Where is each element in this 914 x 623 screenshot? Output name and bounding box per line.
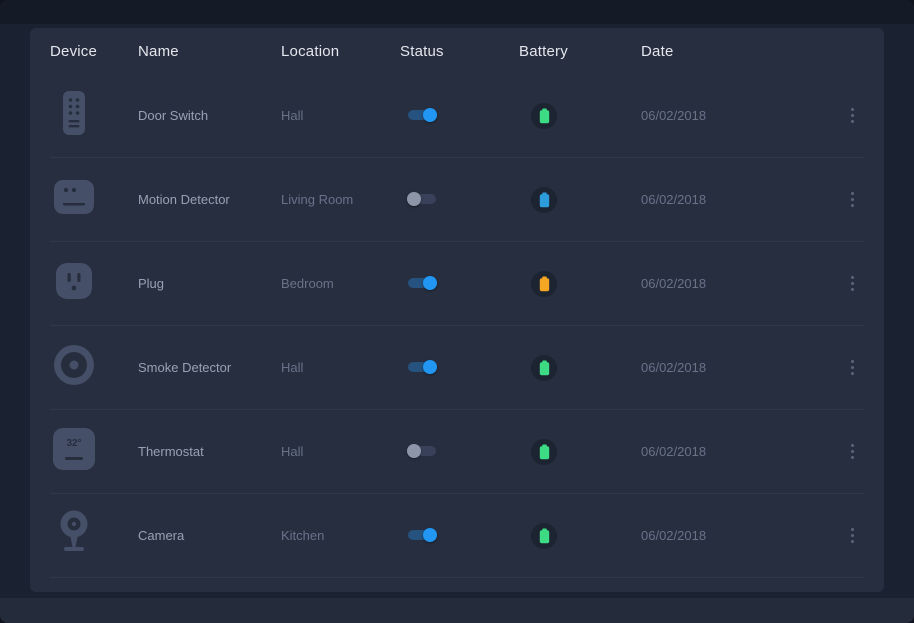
table-row: Camera Kitchen 06/02/2018 [50, 494, 864, 578]
battery-indicator [531, 103, 557, 129]
device-icon-cell [50, 344, 98, 391]
device-date: 06/02/2018 [641, 192, 824, 207]
battery-icon [539, 444, 550, 460]
battery-cell [519, 439, 641, 465]
device-icon-cell [50, 90, 98, 141]
app-window: Device Name Location Status Battery Date… [0, 0, 914, 623]
battery-icon [539, 108, 550, 124]
toggle-knob [423, 528, 437, 542]
row-menu-button[interactable] [840, 270, 864, 298]
battery-cell [519, 103, 641, 129]
battery-icon [539, 192, 550, 208]
row-menu-button[interactable] [840, 186, 864, 214]
device-name: Smoke Detector [138, 360, 281, 375]
toggle-knob [407, 444, 421, 458]
device-icon-cell [50, 509, 98, 562]
device-location: Bedroom [281, 276, 400, 291]
plug-icon [55, 262, 93, 305]
row-menu-button[interactable] [840, 102, 864, 130]
motion-detector-icon [53, 179, 95, 220]
top-strip [0, 0, 914, 24]
status-cell [400, 443, 519, 461]
toggle-knob [407, 192, 421, 206]
footer-strip [0, 598, 914, 623]
status-toggle[interactable] [408, 362, 436, 372]
device-icon-cell [50, 262, 98, 305]
battery-indicator [531, 271, 557, 297]
column-header-device: Device [50, 43, 138, 60]
battery-indicator [531, 439, 557, 465]
table-header-row: Device Name Location Status Battery Date [50, 28, 864, 74]
column-header-name: Name [138, 43, 281, 60]
device-date: 06/02/2018 [641, 360, 824, 375]
device-name: Door Switch [138, 108, 281, 123]
toggle-knob [423, 108, 437, 122]
battery-cell [519, 187, 641, 213]
battery-indicator [531, 523, 557, 549]
table-row: 32° Thermostat Hall 06/02/2018 [50, 410, 864, 494]
column-header-battery: Battery [519, 43, 641, 60]
battery-icon [539, 360, 550, 376]
status-toggle[interactable] [408, 194, 436, 204]
svg-text:32°: 32° [66, 438, 81, 449]
device-location: Hall [281, 444, 400, 459]
device-icon-cell [50, 179, 98, 220]
column-header-status: Status [400, 43, 519, 60]
status-toggle[interactable] [408, 110, 436, 120]
device-icon-cell: 32° [50, 427, 98, 476]
remote-icon [62, 90, 86, 141]
device-date: 06/02/2018 [641, 528, 824, 543]
device-location: Hall [281, 108, 400, 123]
thermostat-icon: 32° [52, 427, 96, 476]
status-cell [400, 107, 519, 125]
battery-indicator [531, 187, 557, 213]
device-date: 06/02/2018 [641, 444, 824, 459]
status-cell [400, 275, 519, 293]
row-menu-button[interactable] [840, 522, 864, 550]
battery-icon [539, 528, 550, 544]
status-cell [400, 191, 519, 209]
battery-cell [519, 523, 641, 549]
column-header-location: Location [281, 43, 400, 60]
device-location: Living Room [281, 192, 400, 207]
status-toggle[interactable] [408, 278, 436, 288]
device-name: Camera [138, 528, 281, 543]
row-menu-button[interactable] [840, 354, 864, 382]
device-name: Plug [138, 276, 281, 291]
status-toggle[interactable] [408, 446, 436, 456]
battery-icon [539, 276, 550, 292]
device-name: Motion Detector [138, 192, 281, 207]
table-row: Door Switch Hall 06/02/2018 [50, 74, 864, 158]
status-cell [400, 527, 519, 545]
device-name: Thermostat [138, 444, 281, 459]
table-row: Motion Detector Living Room 06/02/2018 [50, 158, 864, 242]
column-header-date: Date [641, 43, 824, 60]
device-table-panel: Device Name Location Status Battery Date… [30, 28, 884, 592]
device-date: 06/02/2018 [641, 276, 824, 291]
table-row: Plug Bedroom 06/02/2018 [50, 242, 864, 326]
device-location: Hall [281, 360, 400, 375]
battery-indicator [531, 355, 557, 381]
smoke-detector-icon [53, 344, 95, 391]
toggle-knob [423, 360, 437, 374]
row-menu-button[interactable] [840, 438, 864, 466]
status-toggle[interactable] [408, 530, 436, 540]
camera-icon [53, 509, 95, 562]
battery-cell [519, 271, 641, 297]
toggle-knob [423, 276, 437, 290]
table-row: Smoke Detector Hall 06/02/2018 [50, 326, 864, 410]
device-date: 06/02/2018 [641, 108, 824, 123]
battery-cell [519, 355, 641, 381]
device-location: Kitchen [281, 528, 400, 543]
status-cell [400, 359, 519, 377]
device-table-body: Door Switch Hall 06/02/2018 Motion Detec… [50, 74, 864, 578]
